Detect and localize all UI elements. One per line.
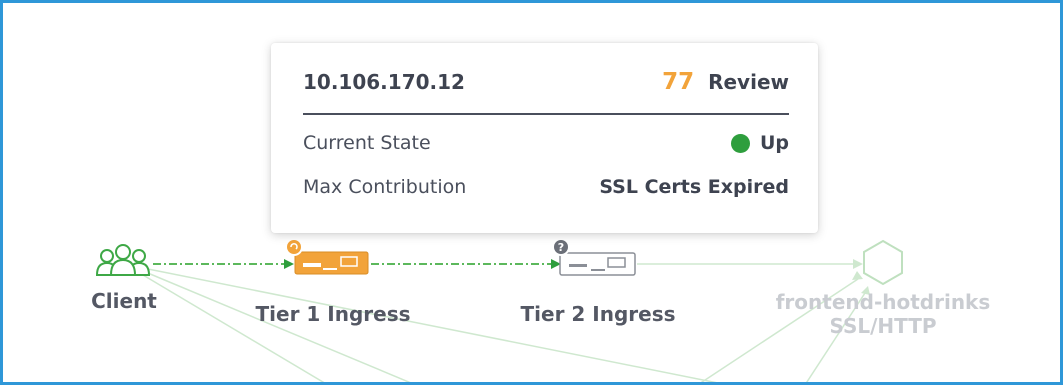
detail-row-max-contribution: Max Contribution SSL Certs Expired — [303, 165, 789, 209]
status-text: Up — [759, 132, 789, 154]
tooltip-details: Current State Up Max Contribution SSL Ce… — [303, 115, 789, 209]
node-details-tooltip: 10.106.170.12 77 Review Current State Up… — [271, 43, 818, 233]
detail-key: Current State — [303, 132, 431, 154]
detail-value: Up — [730, 132, 789, 154]
tier2-appliance-icon[interactable] — [559, 252, 636, 276]
client-fanout-edges — [142, 267, 717, 382]
frontend-label-name: frontend-hotdrinks — [775, 290, 991, 314]
fanout-edge — [142, 274, 325, 382]
users-icon[interactable] — [95, 244, 151, 276]
fanout-edge — [142, 270, 411, 382]
tier1-appliance-icon[interactable] — [294, 251, 369, 275]
detail-row-current-state: Current State Up — [303, 121, 789, 165]
frontend-label-protocol: SSL/HTTP — [829, 314, 937, 338]
hexagon-icon[interactable] — [863, 239, 903, 286]
fanout-edge — [142, 267, 717, 382]
detail-value: SSL Certs Expired — [599, 176, 789, 198]
tier1-label[interactable]: Tier 1 Ingress — [233, 302, 433, 326]
status-up-icon — [730, 133, 750, 153]
tier2-label[interactable]: Tier 2 Ingress — [498, 302, 698, 326]
arrowhead — [852, 271, 863, 280]
tooltip-header: 10.106.170.12 77 Review — [303, 43, 789, 115]
alert-badge-icon — [285, 238, 303, 256]
detail-key: Max Contribution — [303, 176, 467, 198]
arrowhead — [853, 259, 863, 269]
health-score-value: 77 — [662, 69, 695, 95]
health-score-label: Review — [708, 70, 789, 94]
health-score: 77 Review — [662, 69, 789, 95]
frontend-label[interactable]: frontend-hotdrinks SSL/HTTP — [753, 290, 1013, 338]
client-label[interactable]: Client — [79, 289, 169, 313]
svg-text:?: ? — [558, 241, 564, 254]
arrowhead — [284, 259, 294, 269]
node-ip-address: 10.106.170.12 — [303, 70, 465, 94]
unknown-badge-icon: ? — [552, 238, 570, 256]
topology-panel: ? Client Tier 1 Ingress Tier 2 Ingress f… — [0, 0, 1063, 385]
